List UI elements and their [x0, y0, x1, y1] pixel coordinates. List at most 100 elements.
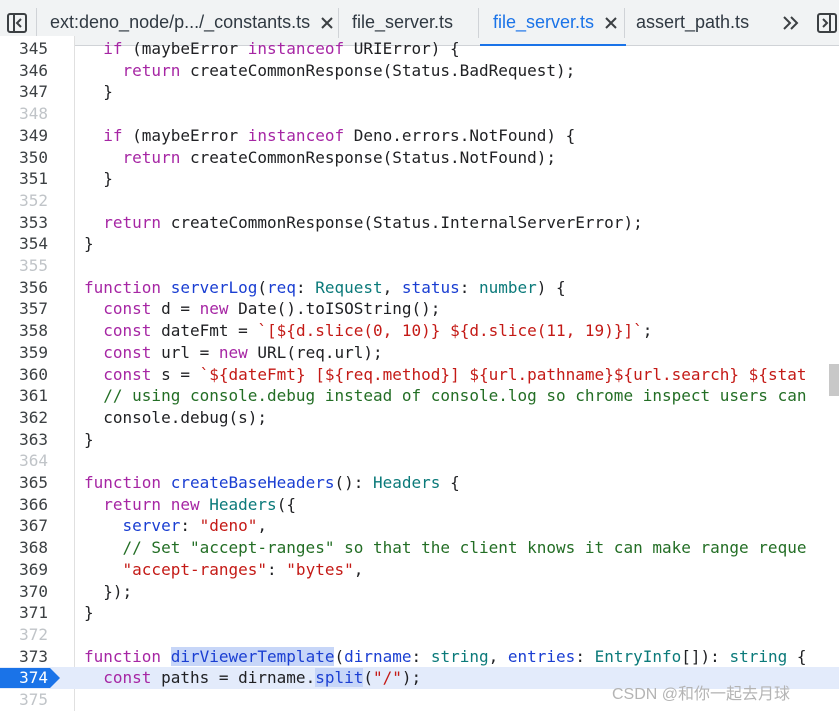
close-icon[interactable]	[602, 14, 620, 32]
code-line[interactable]: 358 const dateFmt = `[${d.slice(0, 10)} …	[0, 320, 839, 342]
code-text: function createBaseHeaders(): Headers {	[84, 473, 460, 492]
tab-separator	[624, 8, 625, 38]
tab-separator	[478, 8, 479, 38]
code-text: function serverLog(req: Request, status:…	[84, 277, 566, 297]
code-line[interactable]: 345 if (maybeError instanceof URIError) …	[0, 38, 839, 60]
code-line[interactable]: 357 const d = new Date().toISOString();	[0, 298, 839, 320]
code-text: }	[84, 169, 113, 189]
code-line[interactable]: 353 return createCommonResponse(Status.I…	[0, 212, 839, 234]
vertical-scrollbar[interactable]	[829, 364, 839, 396]
line-number[interactable]: 372	[0, 624, 48, 646]
code-line[interactable]: 351 }	[0, 168, 839, 190]
code-line[interactable]: 356 function serverLog(req: Request, stat…	[0, 277, 839, 299]
line-number[interactable]: 369	[0, 559, 48, 581]
code-text: }	[84, 603, 94, 623]
code-line[interactable]: 349 if (maybeError instanceof Deno.error…	[0, 125, 839, 147]
code-line[interactable]: 371}	[0, 602, 839, 624]
line-number[interactable]: 370	[0, 581, 48, 603]
code-editor[interactable]: 345 if (maybeError instanceof URIError) …	[0, 36, 839, 711]
code-line[interactable]: 360 const s = `${dateFmt} [${req.method}…	[0, 364, 839, 386]
code-text: return createCommonResponse(Status.NotFo…	[122, 147, 557, 167]
code-line[interactable]: 368 // Set "accept-ranges" so that the c…	[0, 537, 839, 559]
code-text: }	[84, 234, 94, 254]
code-text: const dateFmt = `[${d.slice(0, 10)} ${d.…	[103, 321, 653, 341]
line-number[interactable]: 345	[0, 38, 48, 60]
code-line[interactable]: 366 return new Headers({	[0, 494, 839, 516]
sidebar-toggle-icon[interactable]	[4, 11, 30, 35]
right-panel-toggle-icon[interactable]	[815, 11, 839, 35]
code-line[interactable]: 363}	[0, 429, 839, 451]
code-line[interactable]: 348	[0, 103, 839, 125]
line-number[interactable]: 360	[0, 364, 48, 386]
tab-label: file_server.ts	[493, 12, 595, 32]
code-text: return createCommonResponse(Status.BadRe…	[122, 60, 576, 80]
tab-separator	[36, 8, 37, 38]
line-number[interactable]: 354	[0, 233, 48, 255]
code-line[interactable]: 373 function dirViewerTemplate(dirname: s…	[0, 646, 839, 668]
code-line[interactable]: 354}	[0, 233, 839, 255]
code-line[interactable]: 350 return createCommonResponse(Status.N…	[0, 147, 839, 169]
code-line[interactable]: 347 }	[0, 81, 839, 103]
line-number[interactable]: 349	[0, 125, 48, 147]
code-line[interactable]: 367 server: "deno",	[0, 515, 839, 537]
tab-label: assert_path.ts	[636, 12, 750, 32]
code-text: "accept-ranges": "bytes",	[122, 559, 364, 579]
tab-label: file_server.ts	[352, 12, 454, 32]
line-number[interactable]: 367	[0, 515, 48, 537]
code-line[interactable]: 352	[0, 190, 839, 212]
line-number[interactable]: 355	[0, 255, 48, 277]
line-number[interactable]: 364	[0, 450, 48, 472]
line-number[interactable]: 350	[0, 147, 48, 169]
line-number[interactable]: 351	[0, 168, 48, 190]
line-number[interactable]: 346	[0, 60, 48, 82]
code-text: const d = new Date().toISOString();	[103, 299, 441, 319]
code-line[interactable]: 364	[0, 450, 839, 472]
code-text: const s = `${dateFmt} [${req.method}] ${…	[103, 364, 807, 384]
code-line[interactable]: 365 function createBaseHeaders(): Headers…	[0, 472, 839, 494]
line-number[interactable]: 365	[0, 472, 48, 494]
code-text: }	[84, 82, 113, 102]
code-line[interactable]: 355	[0, 255, 839, 277]
code-line[interactable]: 359 const url = new URL(req.url);	[0, 342, 839, 364]
line-number[interactable]: 361	[0, 385, 48, 407]
code-text: });	[84, 581, 133, 601]
code-text: function dirViewerTemplate(dirname: stri…	[84, 646, 807, 666]
code-line[interactable]: 372	[0, 624, 839, 646]
line-number[interactable]: 359	[0, 342, 48, 364]
code-text: console.debug(s);	[84, 407, 268, 427]
line-number[interactable]: 362	[0, 407, 48, 429]
code-line[interactable]: 361 // using console.debug instead of co…	[0, 385, 839, 407]
code-text: const url = new URL(req.url);	[103, 342, 383, 362]
code-line[interactable]: 346 return createCommonResponse(Status.B…	[0, 60, 839, 82]
code-text: if (maybeError instanceof URIError) {	[103, 39, 460, 58]
line-number[interactable]: 371	[0, 602, 48, 624]
tab-label: ext:deno_node/p.../_constants.ts	[50, 12, 311, 32]
code-text: // using console.debug instead of consol…	[103, 386, 807, 406]
line-number[interactable]: 348	[0, 103, 48, 125]
close-icon[interactable]	[318, 14, 336, 32]
code-text: const paths = dirname.split("/");	[103, 668, 422, 688]
chevron-double-right-icon[interactable]	[780, 12, 802, 34]
line-number[interactable]: 352	[0, 190, 48, 212]
line-number[interactable]: 366	[0, 494, 48, 516]
line-number[interactable]: 374	[0, 667, 48, 689]
code-line[interactable]: 362 console.debug(s);	[0, 407, 839, 429]
code-text: return createCommonResponse(Status.Inter…	[103, 212, 643, 232]
line-number[interactable]: 375	[0, 689, 48, 711]
line-number[interactable]: 363	[0, 429, 48, 451]
tab-separator	[338, 8, 339, 38]
line-number[interactable]: 358	[0, 320, 48, 342]
code-line[interactable]: 370 });	[0, 581, 839, 603]
line-number[interactable]: 353	[0, 212, 48, 234]
code-line[interactable]: 369 "accept-ranges": "bytes",	[0, 559, 839, 581]
code-text: // Set "accept-ranges" so that the clien…	[122, 538, 807, 558]
line-number[interactable]: 356	[0, 277, 48, 299]
code-text: server: "deno",	[122, 516, 268, 536]
code-text: return new Headers({	[103, 494, 296, 514]
line-number[interactable]: 347	[0, 81, 48, 103]
line-number[interactable]: 373	[0, 646, 48, 668]
watermark: CSDN @和你一起去月球	[612, 686, 791, 703]
line-number[interactable]: 368	[0, 537, 48, 559]
code-text: }	[84, 429, 94, 449]
line-number[interactable]: 357	[0, 298, 48, 320]
